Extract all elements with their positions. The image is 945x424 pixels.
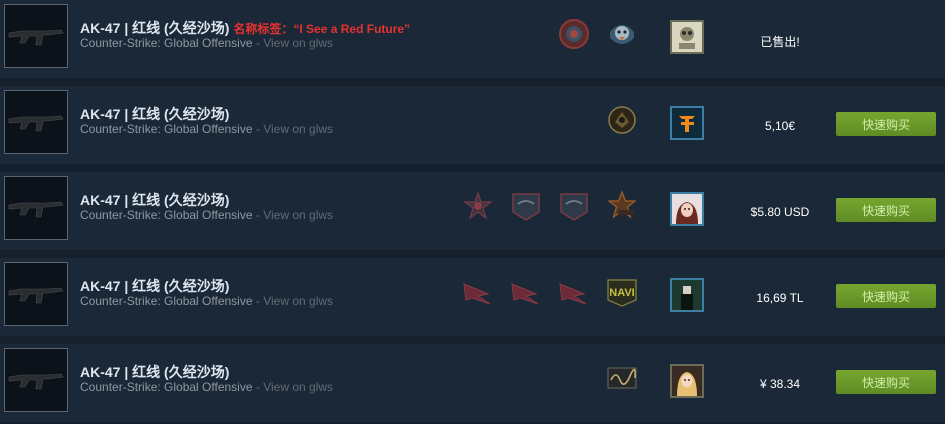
game-line: Counter-Strike: Global Offensive - View … — [80, 122, 333, 136]
seller-avatar[interactable] — [670, 192, 704, 226]
rifle-icon — [8, 115, 64, 132]
ak47-item-image[interactable] — [4, 348, 68, 412]
round-badge-sticker[interactable] — [554, 14, 594, 54]
separator: - — [255, 122, 260, 136]
shield-sticker[interactable] — [554, 186, 594, 226]
seller-avatar[interactable] — [670, 278, 704, 312]
game-name: Counter-Strike: Global Offensive — [80, 208, 253, 222]
item-name-text: AK-47 | 红线 (久经沙场) — [80, 20, 230, 36]
rifle-icon — [8, 29, 64, 46]
team-logo-sticker[interactable] — [602, 100, 642, 140]
view-on-glws-link[interactable]: View on glws — [263, 36, 333, 50]
quick-buy-button[interactable]: 快速购买 — [836, 198, 936, 222]
listing-row: AK-47 | 红线 (久经沙场) 名称标签：“I See a Red Futur… — [0, 0, 945, 78]
game-name: Counter-Strike: Global Offensive — [80, 122, 253, 136]
game-name: Counter-Strike: Global Offensive — [80, 380, 253, 394]
separator: - — [255, 208, 260, 222]
item-name[interactable]: AK-47 | 红线 (久经沙场) — [80, 190, 229, 210]
seller-avatar[interactable] — [670, 364, 704, 398]
price-label: $5.80 USD — [750, 205, 810, 219]
open-star-sticker[interactable] — [602, 186, 642, 226]
item-name[interactable]: AK-47 | 红线 (久经沙场) — [80, 362, 229, 382]
listing-row: AK-47 | 红线 (久经沙场) Counter-Strike: Global… — [0, 86, 945, 164]
listing-row: AK-47 | 红线 (久经沙场) Counter-Strike: Global… — [0, 344, 945, 422]
game-line: Counter-Strike: Global Offensive - View … — [80, 208, 333, 222]
ak47-item-image[interactable] — [4, 176, 68, 240]
listing-row: AK-47 | 红线 (久经沙场) Counter-Strike: Global… — [0, 258, 945, 336]
item-name[interactable]: AK-47 | 红线 (久经沙场) 名称标签：“I See a Red Futur… — [80, 18, 410, 38]
signature-sticker[interactable] — [602, 358, 642, 398]
separator: - — [255, 380, 260, 394]
ak47-item-image[interactable] — [4, 90, 68, 154]
view-on-glws-link[interactable]: View on glws — [263, 208, 333, 222]
navi-sticker[interactable]: NAVI — [602, 272, 642, 312]
seller-avatar[interactable] — [670, 20, 704, 54]
view-on-glws-link[interactable]: View on glws — [263, 294, 333, 308]
svg-text:NAVI: NAVI — [609, 287, 634, 299]
star-logo-sticker[interactable] — [458, 186, 498, 226]
separator: - — [255, 294, 260, 308]
price-label: ¥ 38.34 — [759, 377, 801, 391]
seller-avatar[interactable] — [670, 106, 704, 140]
separator: - — [255, 36, 260, 50]
price-label: 16,69 TL — [756, 291, 804, 305]
shield-sticker[interactable] — [506, 186, 546, 226]
item-name-text: AK-47 | 红线 (久经沙场) — [80, 364, 230, 380]
quick-buy-button[interactable]: 快速购买 — [836, 370, 936, 394]
quick-buy-button[interactable]: 快速购买 — [836, 112, 936, 136]
ak47-item-image[interactable] — [4, 262, 68, 326]
item-name[interactable]: AK-47 | 红线 (久经沙场) — [80, 276, 229, 296]
rifle-icon — [8, 373, 64, 390]
penguin-sticker[interactable] — [602, 14, 642, 54]
wing-sticker[interactable] — [506, 272, 546, 312]
game-line: Counter-Strike: Global Offensive - View … — [80, 36, 333, 50]
view-on-glws-link[interactable]: View on glws — [263, 380, 333, 394]
game-line: Counter-Strike: Global Offensive - View … — [80, 380, 333, 394]
quick-buy-button[interactable]: 快速购买 — [836, 284, 936, 308]
item-name-text: AK-47 | 红线 (久经沙场) — [80, 278, 230, 294]
item-name-text: AK-47 | 红线 (久经沙场) — [80, 106, 230, 122]
rifle-icon — [8, 201, 64, 218]
game-name: Counter-Strike: Global Offensive — [80, 294, 253, 308]
price-label: 5,10€ — [764, 119, 796, 133]
rifle-icon — [8, 287, 64, 304]
price-label: 已售出! — [760, 35, 800, 49]
item-name-text: AK-47 | 红线 (久经沙场) — [80, 192, 230, 208]
view-on-glws-link[interactable]: View on glws — [263, 122, 333, 136]
ak47-item-image[interactable] — [4, 4, 68, 68]
game-line: Counter-Strike: Global Offensive - View … — [80, 294, 333, 308]
wing-sticker[interactable] — [458, 272, 498, 312]
listing-row: AK-47 | 红线 (久经沙场) Counter-Strike: Global… — [0, 172, 945, 250]
item-name[interactable]: AK-47 | 红线 (久经沙场) — [80, 104, 229, 124]
wing-sticker[interactable] — [554, 272, 594, 312]
game-name: Counter-Strike: Global Offensive — [80, 36, 253, 50]
name-tag-label: 名称标签：“I See a Red Future” — [233, 22, 411, 36]
